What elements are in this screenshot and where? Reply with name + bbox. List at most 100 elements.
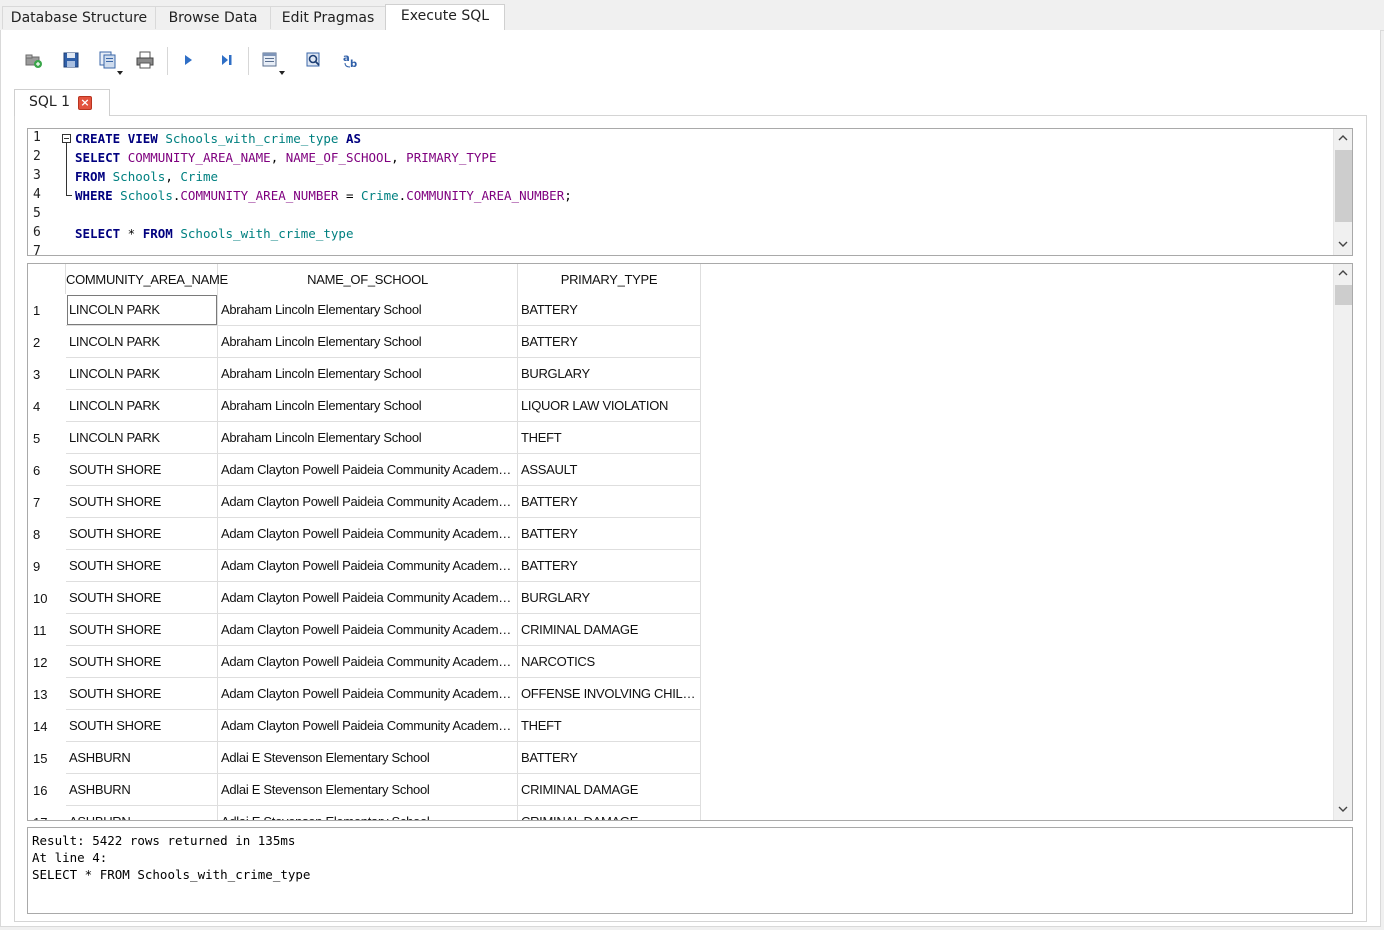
- cell-name-of-school[interactable]: Adam Clayton Powell Paideia Community Ac…: [218, 710, 518, 742]
- cell-community-area-name[interactable]: SOUTH SHORE: [66, 710, 218, 742]
- cell-primary-type[interactable]: CRIMINAL DAMAGE: [518, 806, 701, 820]
- cell-name-of-school[interactable]: Adam Clayton Powell Paideia Community Ac…: [218, 582, 518, 614]
- tab-sql-1[interactable]: SQL 1 ×: [14, 89, 110, 116]
- find-button[interactable]: [303, 49, 325, 71]
- cell-primary-type[interactable]: BATTERY: [518, 486, 701, 518]
- cell-community-area-name[interactable]: SOUTH SHORE: [66, 582, 218, 614]
- close-icon[interactable]: ×: [78, 96, 92, 110]
- print-button[interactable]: [134, 49, 156, 71]
- tab-database-structure[interactable]: Database Structure: [2, 6, 156, 29]
- row-number[interactable]: 7: [28, 486, 66, 518]
- cell-name-of-school[interactable]: Abraham Lincoln Elementary School: [218, 294, 518, 326]
- scroll-down-icon[interactable]: [1338, 804, 1348, 814]
- execute-line-button[interactable]: [215, 49, 237, 71]
- cell-community-area-name[interactable]: SOUTH SHORE: [66, 646, 218, 678]
- open-tab-button[interactable]: [22, 49, 44, 71]
- cell-name-of-school[interactable]: Adam Clayton Powell Paideia Community Ac…: [218, 454, 518, 486]
- cell-primary-type[interactable]: BATTERY: [518, 326, 701, 358]
- cell-name-of-school[interactable]: Adam Clayton Powell Paideia Community Ac…: [218, 678, 518, 710]
- cell-primary-type[interactable]: ASSAULT: [518, 454, 701, 486]
- cell-name-of-school[interactable]: Adam Clayton Powell Paideia Community Ac…: [218, 646, 518, 678]
- row-number[interactable]: 9: [28, 550, 66, 582]
- cell-primary-type[interactable]: BATTERY: [518, 550, 701, 582]
- cell-community-area-name[interactable]: SOUTH SHORE: [66, 518, 218, 550]
- row-number[interactable]: 1: [28, 294, 66, 326]
- column-header-community-area-name[interactable]: COMMUNITY_AREA_NAME: [66, 264, 228, 294]
- results-scrollbar[interactable]: [1333, 264, 1352, 820]
- cell-primary-type[interactable]: BATTERY: [518, 518, 701, 550]
- cell-community-area-name[interactable]: ASHBURN: [66, 774, 218, 806]
- cell-primary-type[interactable]: THEFT: [518, 710, 701, 742]
- results-scroll-thumb[interactable]: [1335, 285, 1352, 305]
- chevron-down-icon[interactable]: [279, 71, 285, 75]
- results-grid[interactable]: COMMUNITY_AREA_NAME NAME_OF_SCHOOL PRIMA…: [27, 263, 1353, 821]
- cell-primary-type[interactable]: NARCOTICS: [518, 646, 701, 678]
- cell-primary-type[interactable]: OFFENSE INVOLVING CHILDREN: [518, 678, 701, 710]
- row-number[interactable]: 8: [28, 518, 66, 550]
- execute-all-button[interactable]: [177, 49, 199, 71]
- save-results-button[interactable]: [259, 49, 281, 71]
- tab-browse-data[interactable]: Browse Data: [155, 6, 271, 29]
- cell-primary-type[interactable]: BATTERY: [518, 294, 701, 326]
- result-message-pane[interactable]: Result: 5422 rows returned in 135ms At l…: [27, 827, 1353, 914]
- cell-name-of-school[interactable]: Abraham Lincoln Elementary School: [218, 390, 518, 422]
- editor-scroll-thumb[interactable]: [1335, 150, 1352, 222]
- chevron-down-icon[interactable]: [117, 71, 123, 75]
- cell-community-area-name[interactable]: SOUTH SHORE: [66, 614, 218, 646]
- row-number[interactable]: 2: [28, 326, 66, 358]
- open-sql-file-button[interactable]: [60, 49, 82, 71]
- cell-name-of-school[interactable]: Adam Clayton Powell Paideia Community Ac…: [218, 486, 518, 518]
- fold-toggle-icon[interactable]: [62, 134, 71, 143]
- cell-primary-type[interactable]: BURGLARY: [518, 582, 701, 614]
- cell-name-of-school[interactable]: Adam Clayton Powell Paideia Community Ac…: [218, 518, 518, 550]
- cell-community-area-name[interactable]: SOUTH SHORE: [66, 550, 218, 582]
- cell-community-area-name[interactable]: LINCOLN PARK: [66, 358, 218, 390]
- row-number[interactable]: 10: [28, 582, 66, 614]
- scroll-up-icon[interactable]: [1338, 268, 1348, 278]
- cell-community-area-name[interactable]: LINCOLN PARK: [66, 326, 218, 358]
- row-number[interactable]: 3: [28, 358, 66, 390]
- cell-primary-type[interactable]: CRIMINAL DAMAGE: [518, 614, 701, 646]
- column-header-name-of-school[interactable]: NAME_OF_SCHOOL: [218, 264, 518, 294]
- tab-execute-sql[interactable]: Execute SQL: [385, 4, 505, 31]
- row-number[interactable]: 17: [28, 806, 66, 820]
- find-replace-button[interactable]: ab: [340, 49, 362, 71]
- cell-name-of-school[interactable]: Adlai E Stevenson Elementary School: [218, 774, 518, 806]
- cell-name-of-school[interactable]: Adam Clayton Powell Paideia Community Ac…: [218, 550, 518, 582]
- row-number[interactable]: 12: [28, 646, 66, 678]
- save-sql-file-button[interactable]: [97, 49, 119, 71]
- scroll-down-icon[interactable]: [1338, 239, 1348, 249]
- cell-name-of-school[interactable]: Abraham Lincoln Elementary School: [218, 422, 518, 454]
- row-number[interactable]: 4: [28, 390, 66, 422]
- cell-community-area-name[interactable]: SOUTH SHORE: [66, 678, 218, 710]
- cell-community-area-name[interactable]: ASHBURN: [66, 806, 218, 820]
- row-number[interactable]: 14: [28, 710, 66, 742]
- row-number[interactable]: 11: [28, 614, 66, 646]
- cell-primary-type[interactable]: CRIMINAL DAMAGE: [518, 774, 701, 806]
- cell-primary-type[interactable]: BATTERY: [518, 742, 701, 774]
- cell-community-area-name[interactable]: LINCOLN PARK: [66, 422, 218, 454]
- row-number[interactable]: 13: [28, 678, 66, 710]
- tab-edit-pragmas[interactable]: Edit Pragmas: [270, 6, 386, 29]
- sql-editor[interactable]: 1 2 3 4 5 6 7 CREATE VIEW Schools_with_c…: [27, 128, 1353, 256]
- row-header-corner[interactable]: [28, 264, 66, 294]
- column-header-primary-type[interactable]: PRIMARY_TYPE: [518, 264, 701, 294]
- cell-primary-type[interactable]: BURGLARY: [518, 358, 701, 390]
- cell-name-of-school[interactable]: Adam Clayton Powell Paideia Community Ac…: [218, 614, 518, 646]
- cell-name-of-school[interactable]: Adlai E Stevenson Elementary School: [218, 806, 518, 820]
- row-number[interactable]: 6: [28, 454, 66, 486]
- scroll-up-icon[interactable]: [1338, 133, 1348, 143]
- row-number[interactable]: 15: [28, 742, 66, 774]
- row-number[interactable]: 16: [28, 774, 66, 806]
- cell-name-of-school[interactable]: Abraham Lincoln Elementary School: [218, 326, 518, 358]
- row-number[interactable]: 5: [28, 422, 66, 454]
- cell-community-area-name[interactable]: LINCOLN PARK: [66, 294, 218, 326]
- cell-name-of-school[interactable]: Abraham Lincoln Elementary School: [218, 358, 518, 390]
- cell-community-area-name[interactable]: SOUTH SHORE: [66, 454, 218, 486]
- cell-community-area-name[interactable]: LINCOLN PARK: [66, 390, 218, 422]
- cell-name-of-school[interactable]: Adlai E Stevenson Elementary School: [218, 742, 518, 774]
- cell-primary-type[interactable]: THEFT: [518, 422, 701, 454]
- cell-primary-type[interactable]: LIQUOR LAW VIOLATION: [518, 390, 701, 422]
- cell-community-area-name[interactable]: SOUTH SHORE: [66, 486, 218, 518]
- editor-scrollbar[interactable]: [1333, 129, 1352, 255]
